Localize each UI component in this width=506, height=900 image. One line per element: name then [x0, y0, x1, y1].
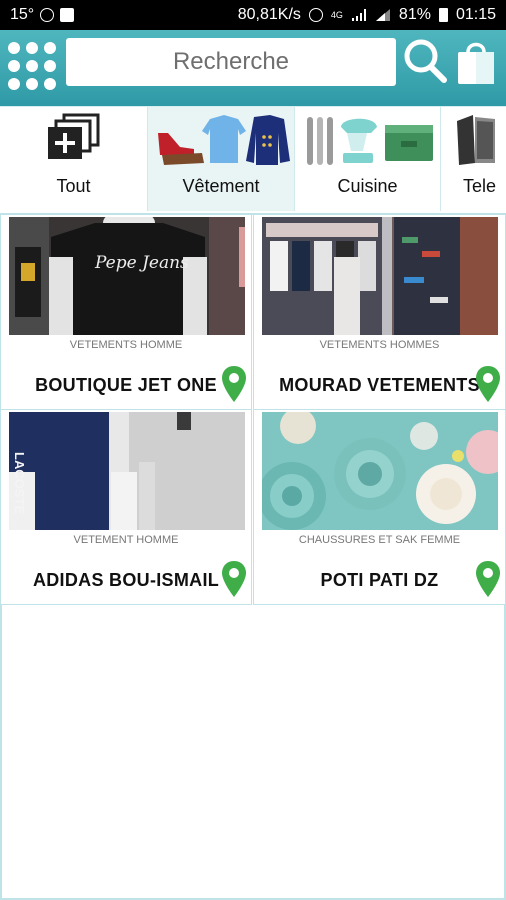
signal-icon: [351, 9, 366, 21]
shop-image: LACOSTE: [9, 412, 245, 530]
shop-name: POTI PATI DZ: [320, 570, 439, 590]
shop-category: VETEMENTS HOMMES: [319, 339, 440, 351]
battery-icon: [438, 8, 448, 22]
location-pin-icon[interactable]: [475, 560, 501, 598]
search-input[interactable]: [66, 38, 396, 86]
clock: 01:15: [455, 6, 496, 23]
grid-dot-icon: [8, 78, 20, 90]
shop-image: [262, 412, 498, 530]
tab-label: Tout: [56, 176, 91, 196]
shop-category: VETEMENTS HOMME: [69, 339, 183, 351]
shop-photo: [262, 412, 498, 530]
shopping-bag-icon[interactable]: [452, 36, 500, 88]
kitchen-icon: [307, 117, 433, 165]
shop-image: [262, 217, 498, 335]
temperature-text: 15°: [10, 6, 35, 23]
location-pin-icon[interactable]: [221, 560, 247, 598]
phone-icon: [457, 115, 495, 165]
shop-card[interactable]: CHAUSSURES ET SAK FEMME POTI PATI DZ: [253, 409, 506, 605]
thumb-brand-text: LACOSTE: [12, 452, 27, 515]
search-icon[interactable]: [402, 36, 450, 88]
grid-dot-icon: [44, 60, 56, 72]
location-pin-icon[interactable]: [221, 365, 247, 403]
grid-dot-icon: [8, 42, 20, 54]
battery-percent: 81%: [398, 6, 431, 23]
shop-card[interactable]: LACOSTE VETEMENT HOMME ADIDAS BOU-ISMAIL: [0, 409, 252, 605]
shop-photo: [9, 412, 245, 530]
clothing-icon: [158, 115, 290, 165]
grid-menu-button[interactable]: [6, 38, 60, 96]
shop-photo: [262, 217, 498, 335]
add-list-icon: [48, 113, 100, 159]
network-type: 4G: [330, 9, 343, 20]
tab-cuisine[interactable]: Cuisine: [295, 107, 441, 211]
status-bar: 15° 80,81K/s 4G 81% 01:15: [0, 0, 506, 30]
tab-tele[interactable]: Tele: [441, 107, 506, 211]
grid-dot-icon: [26, 60, 38, 72]
thumb-brand-text: Pepe Jeans: [95, 253, 189, 273]
sync-icon: [40, 8, 55, 22]
shop-card[interactable]: Pepe Jeans VETEMENTS HOMME BOUTIQUE JET …: [0, 214, 252, 410]
tab-tout[interactable]: Tout: [0, 107, 148, 211]
signal-icon-2: [375, 9, 390, 21]
alarm-icon: [308, 8, 323, 22]
empty-content-area: [0, 604, 506, 900]
shop-name: MOURAD VETEMENTS: [279, 375, 480, 395]
notification-icon: [60, 8, 75, 22]
grid-dot-icon: [8, 60, 20, 72]
shop-name: ADIDAS BOU-ISMAIL: [32, 570, 220, 590]
grid-dot-icon: [44, 78, 56, 90]
shop-category: VETEMENT HOMME: [73, 534, 179, 546]
shop-card[interactable]: VETEMENTS HOMMES MOURAD VETEMENTS: [253, 214, 506, 410]
category-tabs: Tout Vêtement Cuisine Tele: [0, 106, 506, 215]
app-bar: [0, 30, 506, 106]
tab-label: Tele: [463, 176, 497, 196]
tab-label: Cuisine: [337, 176, 398, 196]
grid-dot-icon: [26, 78, 38, 90]
location-pin-icon[interactable]: [475, 365, 501, 403]
shop-category: CHAUSSURES ET SAK FEMME: [298, 534, 461, 546]
shop-name: BOUTIQUE JET ONE: [35, 375, 217, 395]
shop-photo: [9, 217, 245, 335]
network-speed: 80,81K/s: [237, 6, 301, 23]
shop-image: Pepe Jeans: [9, 217, 245, 335]
grid-dot-icon: [44, 42, 56, 54]
tab-label: Vêtement: [182, 176, 260, 196]
tab-vetement[interactable]: Vêtement: [148, 107, 295, 211]
grid-dot-icon: [26, 42, 38, 54]
